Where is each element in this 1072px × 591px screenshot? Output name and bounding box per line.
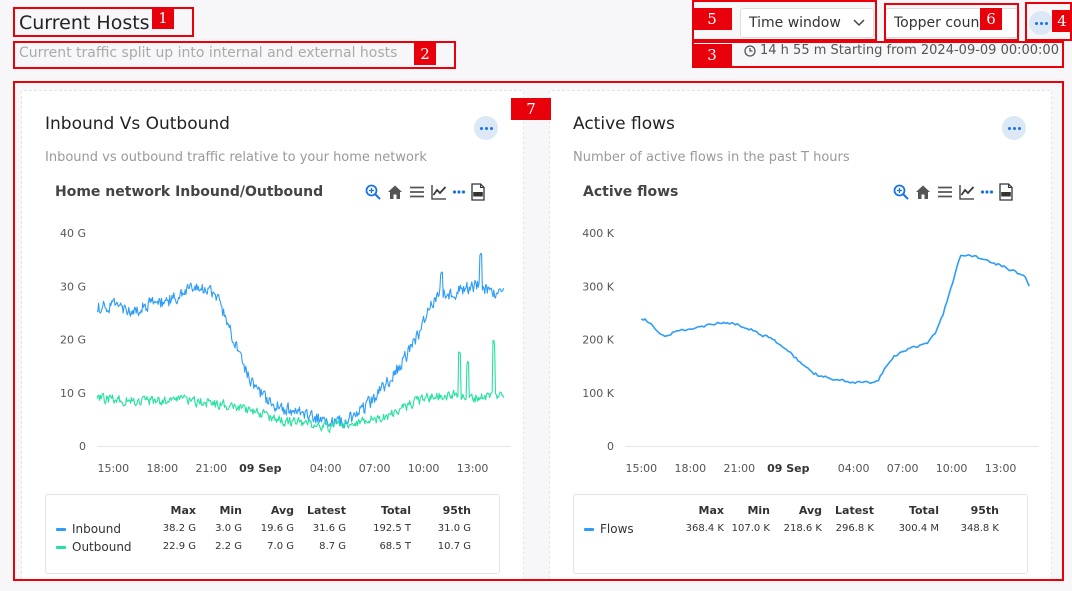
marker-label: 5	[692, 8, 732, 30]
marker-label: 6	[980, 8, 1002, 30]
marker-label: 4	[1052, 10, 1072, 32]
page: Current Hosts Current traffic split up i…	[0, 0, 1072, 591]
marker-box	[13, 41, 456, 69]
marker-box	[13, 81, 1064, 581]
marker-label: 1	[152, 7, 174, 29]
marker-label: 3	[692, 44, 732, 66]
marker-label: 2	[414, 43, 436, 65]
marker-box	[692, 41, 1064, 68]
marker-label: 7	[511, 98, 551, 120]
